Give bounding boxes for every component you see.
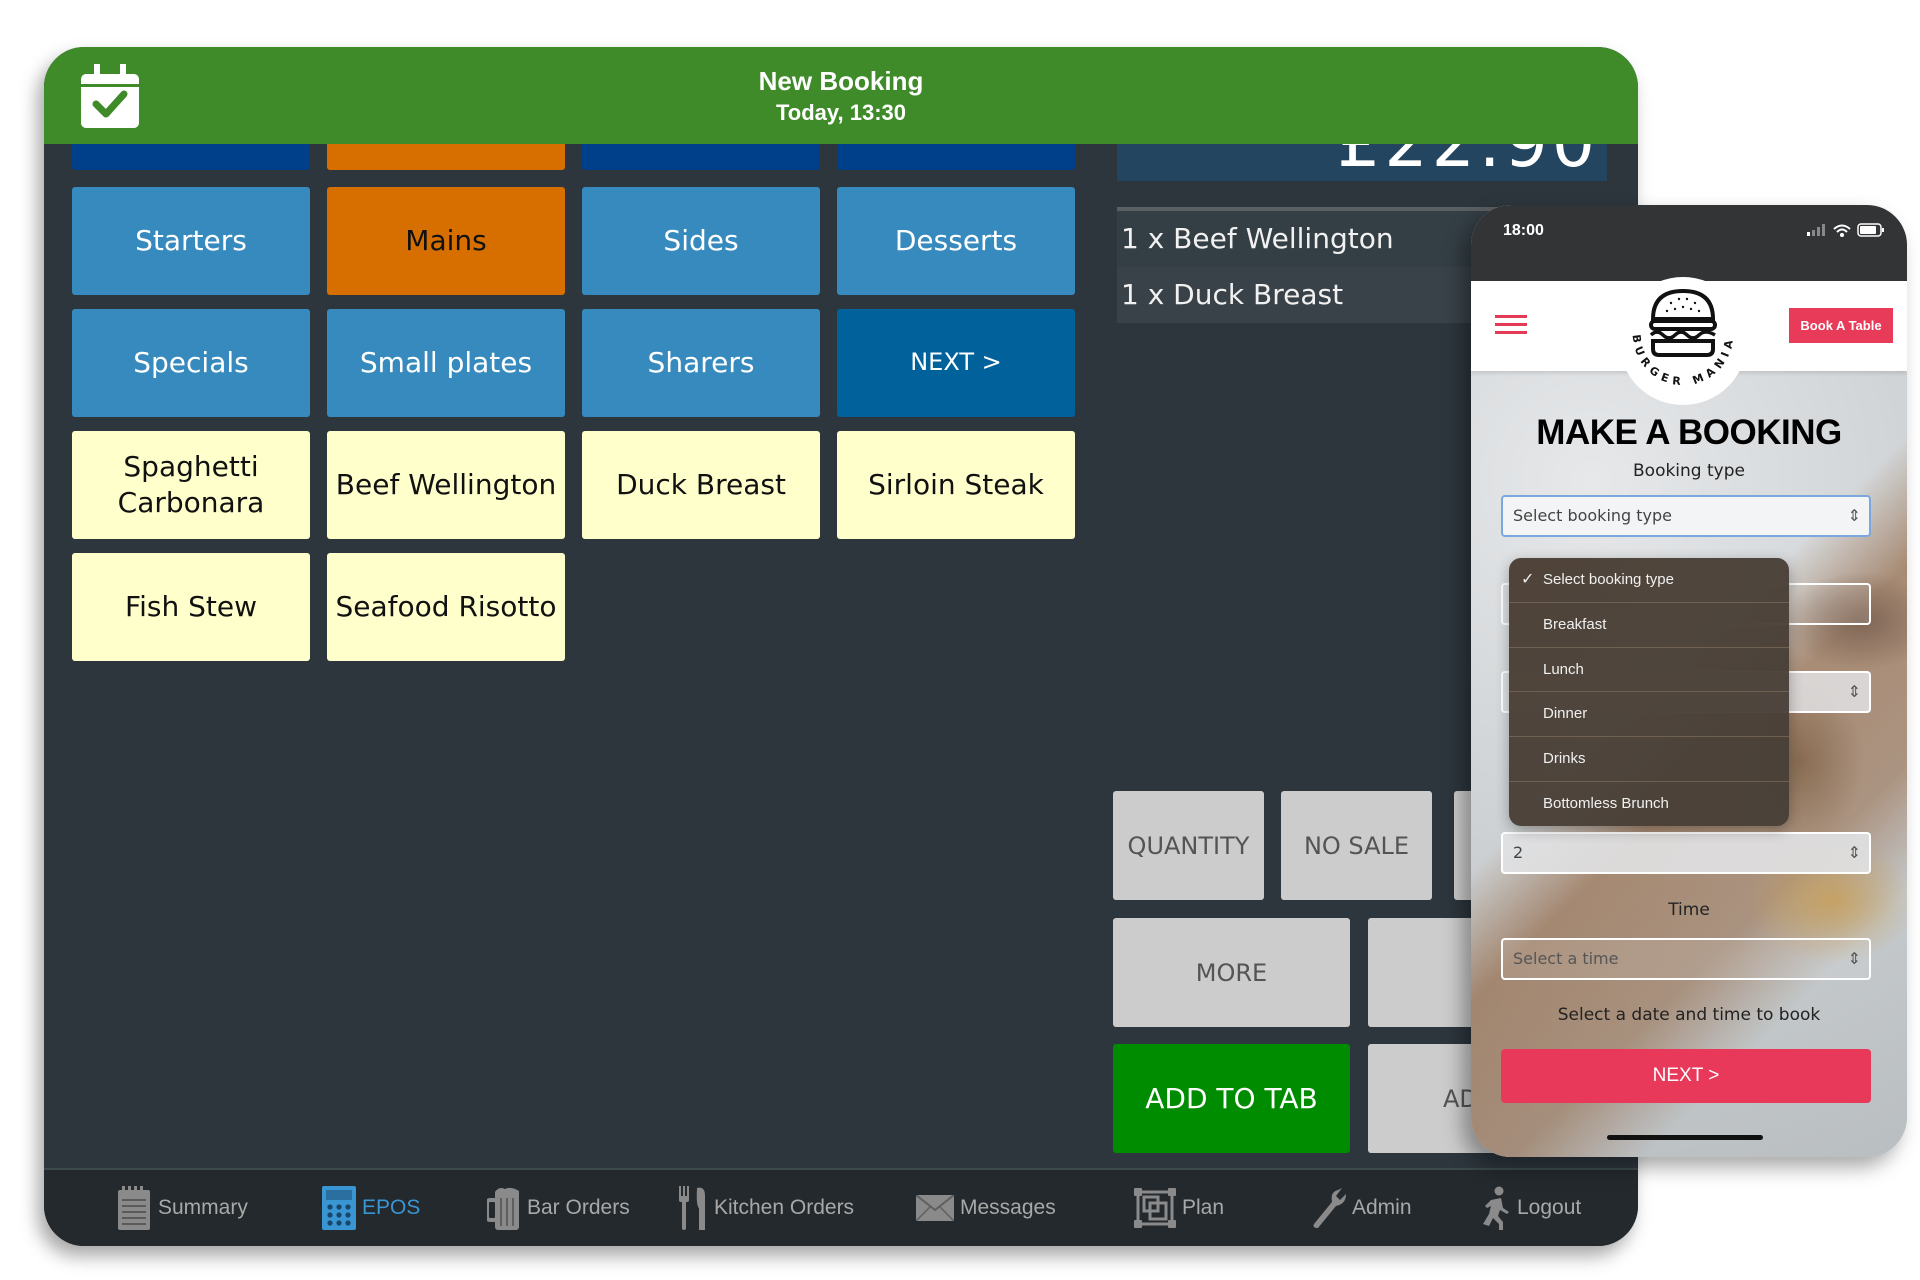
- booking-type-select[interactable]: Select booking type ⇕: [1501, 495, 1871, 537]
- nav-plan[interactable]: Plan: [1134, 1186, 1224, 1230]
- booking-type-option[interactable]: Dinner: [1509, 692, 1789, 738]
- item-sirloin-steak[interactable]: Sirloin Steak: [837, 431, 1075, 539]
- time-label: Time: [1668, 900, 1710, 920]
- page-heading: MAKE A BOOKING: [1536, 413, 1842, 452]
- booking-type-option[interactable]: Bottomless Brunch: [1509, 782, 1789, 826]
- nav-admin[interactable]: Admin: [1310, 1186, 1412, 1230]
- item-fish-stew[interactable]: Fish Stew: [72, 553, 310, 661]
- select-chevron-icon: ⇕: [1847, 843, 1861, 862]
- more-button[interactable]: MORE: [1113, 918, 1350, 1027]
- add-to-tab-button[interactable]: ADD TO TAB: [1113, 1044, 1350, 1153]
- item-beef-wellington[interactable]: Beef Wellington: [327, 431, 565, 539]
- beer-mug-icon: [487, 1187, 519, 1230]
- calculator-icon: [322, 1186, 356, 1230]
- option-label: Dinner: [1543, 705, 1588, 723]
- no-sale-button[interactable]: NO SALE: [1281, 791, 1432, 900]
- booking-hint: Select a date and time to book: [1557, 1005, 1821, 1025]
- party-size-select[interactable]: 2 ⇕: [1501, 832, 1871, 874]
- nav-label: Admin: [1352, 1196, 1412, 1219]
- floor-plan-icon: [1134, 1188, 1176, 1228]
- nav-messages[interactable]: Messages: [916, 1186, 1056, 1230]
- header-subtitle: Today, 13:30: [775, 100, 906, 125]
- time-select[interactable]: Select a time ⇕: [1501, 938, 1871, 980]
- nav-label: Messages: [960, 1196, 1056, 1219]
- nav-label: Bar Orders: [527, 1196, 630, 1219]
- time-placeholder: Select a time: [1513, 949, 1619, 968]
- wrench-icon: [1313, 1188, 1346, 1228]
- home-indicator: [1607, 1135, 1763, 1140]
- fork-knife-icon: [679, 1186, 705, 1230]
- nav-logout[interactable]: Logout: [1481, 1186, 1581, 1230]
- booking-phone: 18:00 Book A Table BURGER MANIA MAKE A B…: [1471, 205, 1907, 1157]
- category-small-plates[interactable]: Small plates: [327, 309, 565, 417]
- category-next-button[interactable]: NEXT >: [837, 309, 1075, 417]
- select-chevron-icon: ⇕: [1847, 506, 1861, 525]
- burger-mania-logo: BURGER MANIA: [1619, 277, 1747, 405]
- booking-type-option[interactable]: Lunch: [1509, 648, 1789, 693]
- notepad-icon: [118, 1186, 150, 1230]
- category-mains[interactable]: Mains: [327, 187, 565, 295]
- booking-type-option[interactable]: ✓ Select booking type: [1509, 558, 1789, 603]
- next-button[interactable]: NEXT >: [1501, 1049, 1871, 1103]
- option-label: Breakfast: [1543, 615, 1607, 633]
- status-icons: [1807, 223, 1885, 237]
- nav-label: Plan: [1182, 1196, 1225, 1219]
- nav-bar-orders[interactable]: Bar Orders: [487, 1186, 630, 1230]
- bottom-nav: Summary EPOS Bar Orders Kitchen Orders M…: [44, 1168, 1638, 1246]
- hamburger-menu-icon[interactable]: [1487, 305, 1535, 345]
- wifi-icon: [1833, 224, 1851, 237]
- epos-tablet: New Booking Today, 13:30 Starters Mains …: [44, 47, 1638, 1246]
- quantity-button[interactable]: QUANTITY: [1113, 791, 1264, 900]
- nav-epos[interactable]: EPOS: [322, 1186, 420, 1230]
- booking-type-dropdown: ✓ Select booking type Breakfast Lunch Din…: [1509, 558, 1789, 826]
- nav-label: Logout: [1517, 1196, 1582, 1219]
- signal-icon: [1807, 224, 1825, 236]
- burger-icon: BURGER MANIA: [1630, 288, 1731, 388]
- item-duck-breast[interactable]: Duck Breast: [582, 431, 820, 539]
- running-man-icon: [1483, 1186, 1509, 1230]
- category-desserts[interactable]: Desserts: [837, 187, 1075, 295]
- nav-summary[interactable]: Summary: [116, 1186, 248, 1230]
- select-chevron-icon: ⇕: [1847, 682, 1861, 701]
- phone-status-bar: 18:00: [1471, 205, 1907, 281]
- book-a-table-button[interactable]: Book A Table: [1789, 308, 1893, 343]
- category-starters[interactable]: Starters: [72, 187, 310, 295]
- option-label: Bottomless Brunch: [1543, 794, 1669, 812]
- checkmark-icon: ✓: [1521, 571, 1535, 588]
- battery-icon: [1857, 223, 1884, 237]
- option-label: Select booking type: [1543, 571, 1674, 588]
- option-label: Drinks: [1543, 750, 1586, 768]
- party-size-value: 2: [1513, 843, 1524, 862]
- header-title: New Booking: [758, 66, 924, 96]
- booking-type-value: Select booking type: [1513, 506, 1673, 525]
- status-time: 18:00: [1503, 222, 1544, 239]
- booking-type-option[interactable]: Drinks: [1509, 737, 1789, 782]
- order-total-display: £22.90: [1117, 144, 1607, 181]
- category-sharers[interactable]: Sharers: [582, 309, 820, 417]
- order-total: £22.90: [1337, 144, 1599, 181]
- item-spaghetti-carbonara[interactable]: Spaghetti Carbonara: [72, 431, 310, 539]
- option-label: Lunch: [1543, 660, 1584, 678]
- item-seafood-risotto[interactable]: Seafood Risotto: [327, 553, 565, 661]
- select-chevron-icon: ⇕: [1847, 949, 1861, 968]
- nav-label: EPOS: [362, 1196, 421, 1219]
- booking-type-option[interactable]: Breakfast: [1509, 603, 1789, 648]
- category-sides[interactable]: Sides: [582, 187, 820, 295]
- nav-label: Kitchen Orders: [714, 1196, 855, 1219]
- nav-kitchen-orders[interactable]: Kitchen Orders: [678, 1186, 854, 1230]
- nav-label: Summary: [158, 1196, 248, 1219]
- category-specials[interactable]: Specials: [72, 309, 310, 417]
- booking-type-label: Booking type: [1633, 461, 1745, 481]
- booking-header: New Booking Today, 13:30: [44, 47, 1638, 144]
- envelope-icon: [916, 1195, 954, 1221]
